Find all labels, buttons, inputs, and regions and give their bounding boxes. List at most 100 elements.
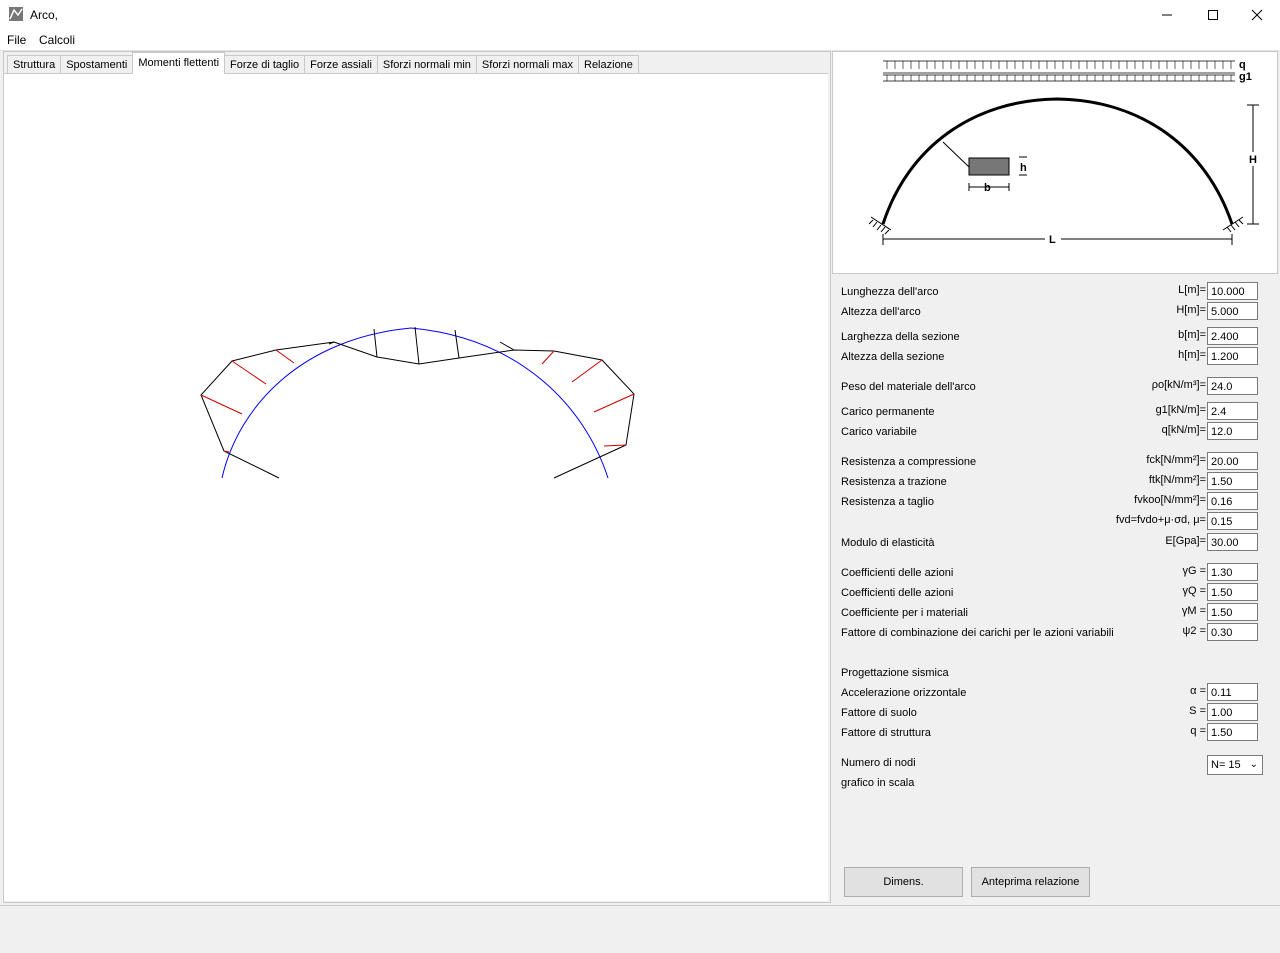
fck-input[interactable]: 20.00 — [1207, 452, 1258, 470]
soil-factor-input[interactable]: 1.00 — [1207, 703, 1258, 721]
height-input[interactable]: 5.000 — [1207, 302, 1258, 320]
param-row: Resistenza a taglio fvkoo[N/mm²]= 0.16 — [832, 492, 1278, 512]
param-row: fvd=fvdo+μ·σd, μ= 0.15 — [832, 512, 1278, 532]
tab-forze-di-taglio[interactable]: Forze di taglio — [224, 55, 306, 74]
param-row: Coefficienti delle azioni γG = 1.30 — [832, 563, 1278, 583]
q-label: q — [1239, 59, 1246, 71]
moment-envelope — [200, 341, 635, 479]
param-row: Fattore di struttura q = 1.50 — [832, 723, 1278, 743]
gamma-q-input[interactable]: 1.50 — [1207, 583, 1258, 601]
seismic-heading: Progettazione sismica — [841, 667, 949, 679]
gamma-g-input[interactable]: 1.30 — [1207, 563, 1258, 581]
tab-forze-assiali[interactable]: Forze assiali — [304, 55, 378, 74]
length-input[interactable]: 10.000 — [1207, 282, 1258, 300]
maximize-icon — [1208, 10, 1218, 20]
section-width-input[interactable]: 2.400 — [1207, 327, 1258, 345]
param-label: Coefficienti delle azioni — [841, 567, 954, 579]
nodes-select[interactable]: N= 15 ⌄ — [1207, 755, 1263, 775]
window-title: Arco, — [30, 8, 59, 22]
param-row: Larghezza della sezione b[m]= 2.400 — [832, 327, 1278, 347]
section-rect — [968, 157, 1010, 176]
param-row: Carico variabile q[kN/m]= 12.0 — [832, 422, 1278, 442]
param-row: Accelerazione orizzontale α = 0.11 — [832, 683, 1278, 703]
param-label: Fattore di struttura — [841, 727, 931, 739]
h-label: h — [1020, 162, 1027, 174]
param-row: Peso del materiale dell'arco ρo[kN/m³]= 24… — [832, 377, 1278, 397]
tab-momenti-flettenti[interactable]: Momenti flettenti — [132, 52, 226, 74]
fvkoo-input[interactable]: 0.16 — [1207, 492, 1258, 510]
tab-strip: Struttura Spostamenti Momenti flettenti … — [7, 52, 639, 74]
param-symbol: L[m]= — [1178, 284, 1206, 296]
param-row: Coefficienti delle azioni γQ = 1.50 — [832, 583, 1278, 603]
elastic-modulus-input[interactable]: 30.00 — [1207, 533, 1258, 551]
param-symbol: γM = — [1181, 605, 1206, 617]
param-row: Resistenza a compressione fck[N/mm²]= 20.0… — [832, 452, 1278, 472]
material-weight-input[interactable]: 24.0 — [1207, 377, 1258, 395]
g1-label: g1 — [1239, 71, 1252, 83]
tab-sforzi-normali-max[interactable]: Sforzi normali max — [475, 55, 579, 74]
gamma-m-input[interactable]: 1.50 — [1207, 603, 1258, 621]
H-label: H — [1249, 154, 1257, 166]
param-label: Resistenza a compressione — [841, 456, 977, 468]
param-symbol: S = — [1189, 705, 1206, 717]
ftk-input[interactable]: 1.50 — [1207, 472, 1258, 490]
dimens-button[interactable]: Dimens. — [844, 867, 963, 897]
param-row: Resistenza a trazione ftk[N/mm²]= 1.50 — [832, 472, 1278, 492]
param-label: Lunghezza dell'arco — [841, 286, 939, 298]
app-icon — [9, 7, 23, 21]
variable-load-input[interactable]: 12.0 — [1207, 422, 1258, 440]
menu-bar: File Calcoli — [0, 30, 1280, 51]
param-symbol: E[Gpa]= — [1165, 535, 1206, 547]
arch-curve — [881, 97, 1234, 225]
param-label: Larghezza della sezione — [841, 331, 960, 343]
param-symbol: fvkoo[N/mm²]= — [1134, 494, 1206, 506]
scale-label: grafico in scala — [841, 777, 915, 789]
structure-factor-input[interactable]: 1.50 — [1207, 723, 1258, 741]
psi2-input[interactable]: 0.30 — [1207, 623, 1258, 641]
load-arrows — [883, 60, 1235, 82]
section-height-input[interactable]: 1.200 — [1207, 347, 1258, 365]
param-label: Resistenza a taglio — [841, 496, 934, 508]
close-button[interactable] — [1234, 0, 1280, 30]
tab-struttura[interactable]: Struttura — [7, 55, 62, 74]
param-label: Modulo di elasticità — [841, 537, 935, 549]
param-row: Progettazione sismica — [832, 663, 1278, 683]
param-label: Altezza dell'arco — [841, 306, 921, 318]
param-row: Fattore di suolo S = 1.00 — [832, 703, 1278, 723]
param-symbol: g1[kN/m]= — [1155, 404, 1206, 416]
param-row: Fattore di combinazione dei carichi per … — [832, 623, 1278, 643]
param-symbol: q = — [1190, 725, 1206, 737]
tab-spostamenti[interactable]: Spostamenti — [60, 55, 134, 74]
L-label: L — [1049, 234, 1056, 246]
acceleration-input[interactable]: 0.11 — [1207, 683, 1258, 701]
param-row: Numero di nodi N= 15 ⌄ — [832, 753, 1278, 775]
moment-ordinates-black — [328, 326, 515, 365]
param-row: Lunghezza dell'arco L[m]= 10.000 — [832, 282, 1278, 302]
tab-sforzi-normali-min[interactable]: Sforzi normali min — [376, 55, 477, 74]
param-symbol: b[m]= — [1178, 329, 1206, 341]
chevron-down-icon: ⌄ — [1249, 759, 1258, 770]
maximize-button[interactable] — [1190, 0, 1236, 30]
param-label: Fattore di suolo — [841, 707, 917, 719]
param-symbol: q[kN/m]= — [1161, 424, 1206, 436]
param-symbol: fvd=fvdo+μ·σd, μ= — [1115, 514, 1206, 526]
permanent-load-input[interactable]: 2.4 — [1207, 402, 1258, 420]
anteprima-relazione-button[interactable]: Anteprima relazione — [971, 867, 1090, 897]
menu-file[interactable]: File — [7, 33, 26, 47]
param-symbol: ρo[kN/m³]= — [1151, 379, 1206, 391]
bending-moment-canvas — [4, 73, 828, 901]
minimize-button[interactable] — [1144, 0, 1190, 30]
moment-ordinates-red — [200, 349, 635, 453]
param-label: Altezza della sezione — [841, 351, 945, 363]
param-label: Carico variabile — [841, 426, 917, 438]
bending-moment-diagram — [200, 326, 635, 479]
tab-relazione[interactable]: Relazione — [578, 55, 639, 74]
status-bar — [0, 905, 1280, 953]
tab-pane: Struttura Spostamenti Momenti flettenti … — [3, 51, 831, 903]
param-row: Coefficiente per i materiali γM = 1.50 — [832, 603, 1278, 623]
menu-calcoli[interactable]: Calcoli — [39, 33, 75, 47]
param-label: Peso del materiale dell'arco — [841, 381, 976, 393]
param-symbol: ftk[N/mm²]= — [1148, 474, 1206, 486]
minimize-icon — [1162, 14, 1172, 16]
mu-input[interactable]: 0.15 — [1207, 512, 1258, 530]
